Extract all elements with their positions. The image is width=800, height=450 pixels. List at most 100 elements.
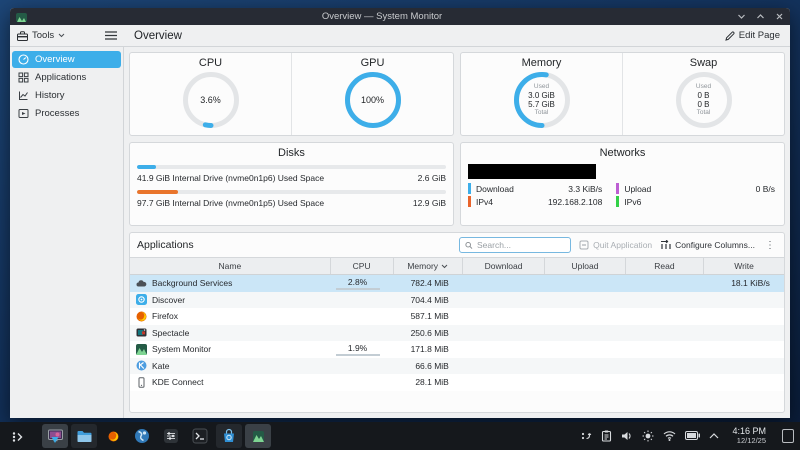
app-toolbar: Tools Overview Edit Page (10, 25, 790, 47)
swap-total-label: Total (696, 109, 711, 117)
discover-icon (136, 294, 147, 306)
taskbar-display-app-button[interactable] (42, 424, 68, 448)
hamburger-menu-button[interactable] (105, 27, 117, 45)
column-header-download[interactable]: Download (463, 258, 546, 274)
disk-used-value: 12.9 GiB (412, 198, 446, 208)
legend-swatch (616, 183, 620, 194)
titlebar[interactable]: Overview — System Monitor (10, 8, 790, 25)
memory-used-value: 3.0 GiB (528, 90, 555, 100)
applications-title: Applications (137, 239, 194, 251)
table-row-kate[interactable]: Kate 66.6 MiB (130, 357, 784, 374)
quit-application-button[interactable]: Quit Application (579, 240, 652, 250)
network-legend-download: Download 3.3 KiB/s (468, 183, 616, 194)
app-memory: 66.6 MiB (415, 360, 449, 371)
search-input[interactable] (477, 240, 566, 250)
disk-usage-bar (137, 165, 446, 169)
overflow-menu-button[interactable]: ⋮ (763, 240, 777, 251)
network-legend-ipv6: IPv6 (616, 196, 777, 207)
tray-caret-up-icon[interactable] (709, 433, 719, 439)
gpu-gauge: GPU 100% (291, 53, 453, 135)
disk-label: 97.7 GiB Internal Drive (nvme0n1p5) Used… (137, 198, 325, 208)
column-header-read[interactable]: Read (626, 258, 705, 274)
chevron-down-icon (58, 33, 65, 38)
edit-page-button[interactable]: Edit Page (725, 30, 780, 41)
minimize-button[interactable] (737, 12, 746, 21)
search-box[interactable] (459, 237, 572, 253)
table-row-kde-connect[interactable]: KDE Connect 28.1 MiB (130, 374, 784, 391)
swap-used-value: 0 B (697, 90, 710, 100)
app-name: System Monitor (152, 344, 212, 355)
app-name: Kate (152, 360, 170, 371)
table-header: Name CPU Memory Download Upload Read Wri… (130, 258, 784, 275)
app-cpu: 2.8% (331, 277, 394, 290)
taskbar-discover-bag-button[interactable] (216, 424, 242, 448)
history-icon (18, 90, 29, 101)
edit-page-label: Edit Page (738, 30, 780, 41)
taskbar-kate-globe-button[interactable] (129, 424, 155, 448)
table-row-system-monitor[interactable]: System Monitor 1.9% 171.8 MiB (130, 341, 784, 358)
table-row-discover[interactable]: Discover 704.4 MiB (130, 291, 784, 308)
legend-swatch (468, 196, 471, 207)
tray-brightness-icon[interactable] (642, 430, 654, 442)
app-memory: 250.6 MiB (410, 327, 449, 338)
app-memory: 28.1 MiB (415, 377, 449, 388)
page-title: Overview (134, 29, 182, 42)
kate-icon (136, 360, 147, 371)
sidebar-item-processes[interactable]: Processes (12, 105, 121, 122)
legend-swatch (616, 196, 620, 207)
app-name: Background Services (152, 278, 233, 289)
legend-label: Download (476, 183, 514, 194)
gpu-value: 100% (360, 94, 385, 105)
tray-volume-icon[interactable] (621, 430, 633, 442)
taskbar-console-button[interactable] (187, 424, 213, 448)
sidebar-item-applications[interactable]: Applications (12, 69, 121, 86)
column-header-write[interactable]: Write (704, 258, 784, 274)
legend-label: IPv4 (476, 196, 494, 207)
networks-panel: Networks Download 3.3 KiB/s Upload 0 B/s… (460, 142, 785, 226)
toolbox-icon (17, 30, 28, 41)
configure-columns-button[interactable]: Configure Columns... (660, 240, 755, 250)
memory-gauge: Memory Used 3.0 GiB 5.7 GiB Total (461, 53, 622, 135)
column-header-upload[interactable]: Upload (545, 258, 626, 274)
column-header-memory[interactable]: Memory (394, 258, 463, 274)
tools-label: Tools (32, 30, 55, 41)
sidebar-item-history[interactable]: History (12, 87, 121, 104)
taskbar-settings-button[interactable] (158, 424, 184, 448)
badge-down-arrow-icon (51, 430, 59, 448)
maximize-button[interactable] (756, 12, 765, 21)
table-row-spectacle[interactable]: Spectacle 250.6 MiB (130, 324, 784, 341)
column-header-name[interactable]: Name (130, 258, 331, 274)
quit-application-icon (579, 240, 589, 250)
networks-title: Networks (599, 147, 646, 159)
taskbar-firefox-button[interactable] (100, 424, 126, 448)
cpu-gpu-panel: CPU 3.6% GPU 100% (129, 52, 454, 136)
close-button[interactable] (775, 12, 784, 21)
clock[interactable]: 4:16 PM 12/12/25 (732, 426, 766, 445)
overview-icon (18, 54, 29, 65)
pencil-icon (725, 30, 735, 41)
tray-battery-icon[interactable] (685, 431, 701, 441)
table-row-firefox[interactable]: Firefox 587.1 MiB (130, 308, 784, 325)
disk-label: 41.9 GiB Internal Drive (nvme0n1p6) Used… (137, 173, 325, 183)
window-title: Overview — System Monitor (321, 11, 443, 22)
background-services-icon (136, 278, 147, 289)
taskbar-system-monitor-button[interactable] (245, 424, 271, 448)
tray-input-device-icon[interactable] (580, 430, 592, 442)
sidebar-item-overview[interactable]: Overview (12, 51, 121, 68)
app-launcher-button[interactable] (6, 424, 28, 448)
tray-clipboard-icon[interactable] (601, 430, 612, 442)
tools-menu-button[interactable]: Tools (17, 30, 65, 41)
swap-title: Swap (689, 57, 718, 69)
app-name: Firefox (152, 311, 178, 322)
swap-total-value: 0 B (697, 100, 710, 109)
legend-label: IPv6 (624, 196, 642, 207)
table-row-background-services[interactable]: Background Services 2.8% 782.4 MiB 18.1 … (130, 275, 784, 292)
legend-value: 0 B/s (755, 183, 775, 194)
show-desktop-button[interactable] (782, 428, 794, 443)
search-icon (465, 241, 473, 249)
memory-used-label: Used (533, 83, 550, 91)
taskbar-dolphin-button[interactable] (71, 424, 97, 448)
swap-gauge: Swap Used 0 B 0 B Total (622, 53, 784, 135)
tray-wifi-icon[interactable] (663, 430, 676, 442)
column-header-cpu[interactable]: CPU (331, 258, 394, 274)
